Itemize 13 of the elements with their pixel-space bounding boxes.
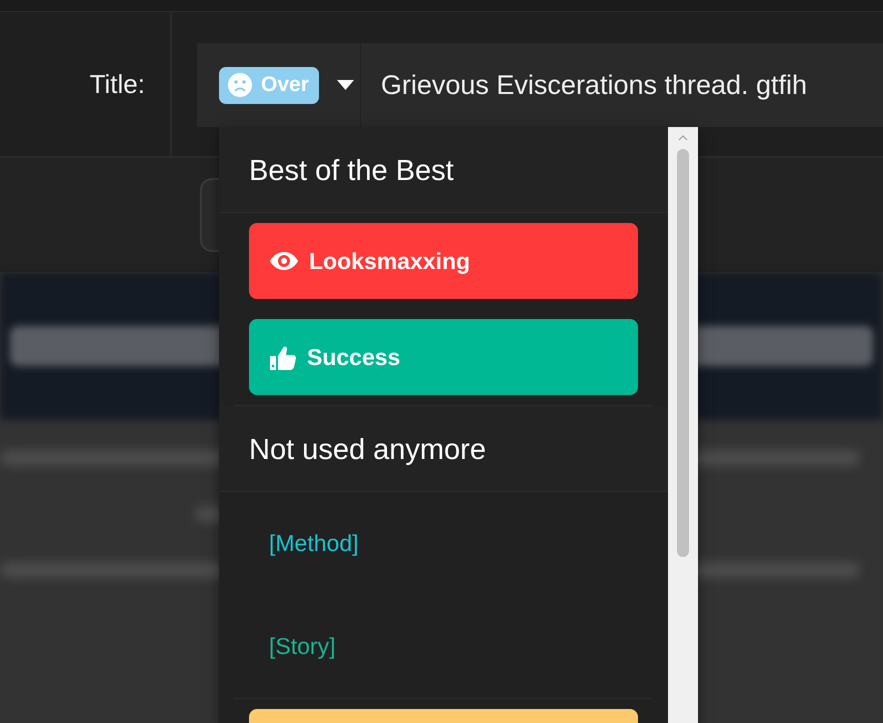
prefix-option[interactable]: [Method] xyxy=(249,502,378,585)
scroll-up-icon[interactable] xyxy=(678,135,688,141)
sad-face-icon xyxy=(227,72,253,98)
prefix-option[interactable]: [Story] xyxy=(249,605,356,688)
group-title: Best of the Best xyxy=(219,127,668,213)
group-title: Not used anymore xyxy=(219,406,668,492)
scrollbar[interactable] xyxy=(668,127,698,723)
title-field[interactable]: Over Grievous Eviscerations thread. gtfih xyxy=(197,43,883,127)
prefix-option[interactable]: Looksmaxxing xyxy=(249,223,638,299)
eye-icon xyxy=(269,251,299,271)
caret-icon[interactable] xyxy=(336,80,354,90)
field-label: Title: xyxy=(90,68,145,100)
scrollbar-thumb[interactable] xyxy=(677,149,689,557)
